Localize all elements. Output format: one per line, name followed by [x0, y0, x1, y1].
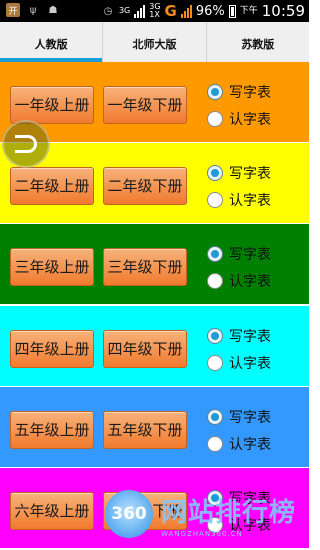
grade-3-row: 三年级上册 三年级下册 写字表 认字表 — [0, 224, 309, 304]
grade-5-lower-button[interactable]: 五年级下册 — [103, 411, 187, 449]
tab-beishida[interactable]: 北师大版 — [103, 22, 207, 62]
tab-renjiao[interactable]: 人教版 — [0, 22, 104, 62]
radio-checked-icon[interactable] — [207, 84, 223, 100]
grade-3-upper-button[interactable]: 三年级上册 — [10, 248, 94, 286]
grade-1-reading-option[interactable]: 认字表 — [207, 109, 271, 129]
radio-unchecked-icon[interactable] — [207, 273, 223, 289]
watermark-url: WANGZHAN360.CN — [161, 530, 243, 538]
network-g-indicator: G — [164, 2, 177, 20]
grade-2-reading-option[interactable]: 认字表 — [207, 190, 271, 210]
grade-1-row: 一年级上册 一年级下册 写字表 认字表 — [0, 62, 309, 142]
grade-5-writing-option[interactable]: 写字表 — [207, 407, 271, 427]
grade-5-reading-option[interactable]: 认字表 — [207, 434, 271, 454]
grade-6-upper-button[interactable]: 六年级上册 — [10, 492, 94, 530]
app-notification-icon: 开 — [6, 3, 20, 17]
grade-2-writing-option[interactable]: 写字表 — [207, 163, 271, 183]
tab-sujiao[interactable]: 苏教版 — [207, 22, 309, 62]
watermark-logo: 360 — [105, 490, 153, 538]
radio-checked-icon[interactable] — [207, 165, 223, 181]
radio-unchecked-icon[interactable] — [207, 192, 223, 208]
radio-unchecked-icon[interactable] — [207, 436, 223, 452]
grade-5-row: 五年级上册 五年级下册 写字表 认字表 — [0, 387, 309, 467]
signal-icon — [134, 4, 146, 18]
grade-4-upper-button[interactable]: 四年级上册 — [10, 330, 94, 368]
network-type-3g-1x: 3G 1X — [149, 2, 161, 19]
grade-3-writing-option[interactable]: 写字表 — [207, 244, 271, 264]
grade-1-writing-option[interactable]: 写字表 — [207, 82, 271, 102]
grade-3-lower-button[interactable]: 三年级下册 — [103, 248, 187, 286]
watermark: 360 网站排行榜 WANGZHAN360.CN — [105, 490, 305, 548]
grade-2-upper-button[interactable]: 二年级上册 — [10, 167, 94, 205]
grade-1-lower-button[interactable]: 一年级下册 — [103, 86, 187, 124]
system-icons: ◷ 3G 3G 1X G 96% 下午 10:59 — [101, 2, 305, 20]
radio-checked-icon[interactable] — [207, 246, 223, 262]
grade-4-row: 四年级上册 四年级下册 写字表 认字表 — [0, 306, 309, 386]
alarm-icon: ◷ — [103, 5, 113, 17]
grade-3-reading-option[interactable]: 认字表 — [207, 271, 271, 291]
notification-icons: 开 ψ ☗ — [6, 3, 60, 17]
signal-icon-2 — [180, 4, 192, 18]
android-debug-icon: ☗ — [48, 4, 58, 16]
grade-4-reading-option[interactable]: 认字表 — [207, 353, 271, 373]
time-period: 下午 — [239, 6, 258, 16]
floating-back-button[interactable] — [2, 120, 50, 168]
grade-4-writing-option[interactable]: 写字表 — [207, 326, 271, 346]
grade-1-upper-button[interactable]: 一年级上册 — [10, 86, 94, 124]
usb-icon: ψ — [29, 4, 37, 16]
battery-icon — [228, 4, 236, 18]
edition-tabs: 人教版 北师大版 苏教版 — [0, 22, 309, 62]
grade-4-lower-button[interactable]: 四年级下册 — [103, 330, 187, 368]
return-icon — [15, 135, 37, 153]
radio-checked-icon[interactable] — [207, 409, 223, 425]
battery-percent: 96% — [195, 3, 225, 19]
watermark-title: 网站排行榜 — [161, 498, 297, 528]
clock: 10:59 — [261, 2, 305, 20]
grade-2-lower-button[interactable]: 二年级下册 — [103, 167, 187, 205]
status-bar: 开 ψ ☗ ◷ 3G 3G 1X G 96% 下午 10:59 — [0, 0, 309, 22]
grade-5-upper-button[interactable]: 五年级上册 — [10, 411, 94, 449]
network-type-3g: 3G — [118, 6, 131, 15]
radio-checked-icon[interactable] — [207, 328, 223, 344]
radio-unchecked-icon[interactable] — [207, 355, 223, 371]
radio-unchecked-icon[interactable] — [207, 111, 223, 127]
